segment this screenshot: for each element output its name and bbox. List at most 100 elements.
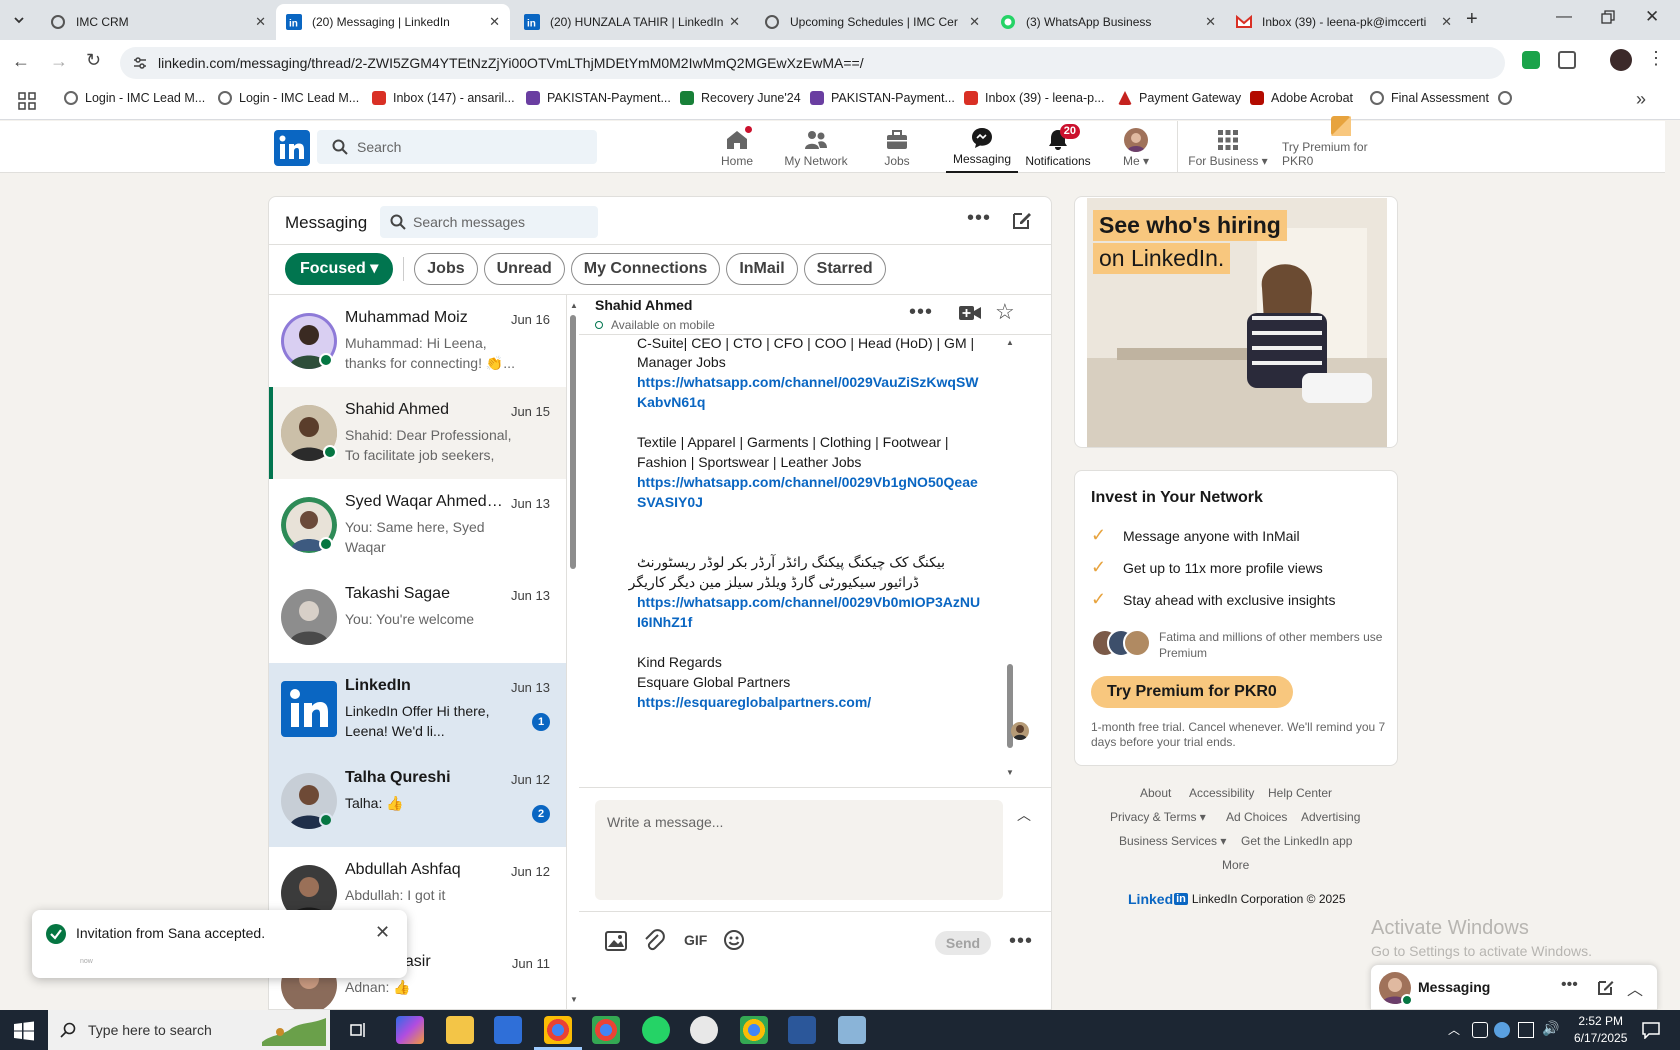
task-view-icon[interactable]: [350, 1021, 368, 1039]
browser-tab[interactable]: (3) WhatsApp Business ✕: [990, 4, 1226, 40]
restore-icon[interactable]: [1600, 9, 1616, 25]
ad-card[interactable]: See who's hiring on LinkedIn.: [1074, 196, 1398, 448]
browser-tab-active[interactable]: in (20) Messaging | LinkedIn ✕: [276, 4, 510, 40]
try-premium-button[interactable]: Try Premium for PKR0: [1091, 676, 1293, 708]
global-search-input[interactable]: Search: [317, 130, 597, 164]
chrome-icon[interactable]: [592, 1016, 620, 1044]
filter-unread[interactable]: Unread: [483, 253, 565, 285]
bookmark-item[interactable]: Recovery June'24: [680, 91, 801, 105]
reload-icon[interactable]: ↻: [86, 50, 101, 71]
list-item-unread[interactable]: Talha Qureshi Jun 12 Talha: 👍 2: [269, 755, 566, 847]
list-item-selected[interactable]: Shahid Ahmed Jun 15 Shahid: Dear Profess…: [269, 387, 566, 479]
app-icon[interactable]: [690, 1016, 718, 1044]
bookmark-item[interactable]: PAKISTAN-Payment...: [526, 91, 671, 105]
whatsapp-icon[interactable]: [642, 1016, 670, 1044]
star-icon[interactable]: ☆: [995, 299, 1015, 325]
message-link[interactable]: I6INhZ1f: [637, 612, 692, 632]
close-tab-icon[interactable]: ✕: [1205, 14, 1216, 30]
footer-link-help[interactable]: Help Center: [1268, 786, 1332, 800]
scrollbar-thumb[interactable]: [570, 315, 576, 569]
footer-link-adchoices[interactable]: Ad Choices: [1226, 810, 1287, 824]
paperclip-icon[interactable]: [643, 929, 665, 951]
filter-inmail[interactable]: InMail: [726, 253, 798, 285]
list-item-unread[interactable]: LinkedIn Jun 13 LinkedIn Offer Hi there,…: [269, 663, 566, 755]
close-tab-icon[interactable]: ✕: [729, 14, 740, 30]
message-link[interactable]: KabvN61q: [637, 392, 705, 412]
browser-tab[interactable]: Inbox (39) - leena-pk@imccerti ✕: [1226, 4, 1462, 40]
app-icon[interactable]: [838, 1016, 866, 1044]
message-link[interactable]: https://whatsapp.com/channel/0029VauZiSz…: [637, 372, 979, 392]
message-link[interactable]: SVASIY0J: [637, 492, 703, 512]
chrome-icon[interactable]: [740, 1016, 768, 1044]
copilot-icon[interactable]: [396, 1016, 424, 1044]
whatsapp-extension-icon[interactable]: [1522, 51, 1540, 69]
send-button[interactable]: Send: [935, 931, 991, 955]
browser-tab[interactable]: in (20) HUNZALA TAHIR | LinkedIn ✕: [514, 4, 750, 40]
nav-messaging[interactable]: Messaging: [946, 121, 1018, 173]
site-info-icon[interactable]: [132, 55, 148, 71]
bookmark-item[interactable]: Inbox (39) - leena-p...: [964, 91, 1105, 105]
close-tab-icon[interactable]: ✕: [1441, 14, 1452, 30]
message-link[interactable]: https://whatsapp.com/channel/0029Vb1gNO5…: [637, 472, 978, 492]
nav-me[interactable]: Me ▾: [1116, 121, 1156, 173]
compose-icon[interactable]: [1011, 209, 1033, 231]
messaging-overlay-bar[interactable]: Messaging ••• ︿: [1370, 964, 1658, 1010]
close-window-icon[interactable]: ✕: [1645, 7, 1659, 27]
bookmark-item[interactable]: Payment Gateway: [1118, 91, 1241, 105]
list-item[interactable]: Muhammad Moiz Jun 16 Muhammad: Hi Leena,…: [269, 295, 566, 387]
nav-notifications[interactable]: 20 Notifications: [1022, 121, 1094, 173]
tray-app-icon[interactable]: [1494, 1022, 1510, 1038]
address-bar[interactable]: linkedin.com/messaging/thread/2-ZWI5ZGM4…: [120, 47, 1505, 79]
notification-center-icon[interactable]: [1642, 1021, 1660, 1039]
windows-start-icon[interactable]: [14, 1021, 34, 1041]
compose-options-icon[interactable]: •••: [1009, 930, 1033, 953]
volume-icon[interactable]: 🔊: [1542, 1020, 1559, 1037]
nav-for-business[interactable]: For Business ▾: [1188, 121, 1268, 173]
gif-button[interactable]: GIF: [684, 932, 707, 948]
list-item[interactable]: Syed Waqar Ahmed (... Jun 13 You: Same h…: [269, 479, 566, 571]
nav-my-network[interactable]: My Network: [780, 121, 852, 173]
list-item[interactable]: Takashi Sagae Jun 13 You: You're welcome: [269, 571, 566, 663]
chevron-up-icon[interactable]: ︿: [1627, 976, 1643, 1000]
filter-my-connections[interactable]: My Connections: [570, 253, 721, 285]
nav-jobs[interactable]: Jobs: [877, 121, 917, 173]
browser-menu-icon[interactable]: ⋮: [1647, 48, 1665, 69]
bookmark-item[interactable]: [1498, 91, 1519, 105]
thread-options-icon[interactable]: •••: [909, 301, 933, 324]
image-attach-icon[interactable]: [605, 931, 627, 951]
close-tab-icon[interactable]: ✕: [489, 14, 500, 30]
conversation-list-scrollbar[interactable]: ▲ ▼: [567, 295, 579, 1009]
forward-icon[interactable]: →: [50, 51, 68, 72]
system-clock[interactable]: 2:52 PM 6/17/2025: [1574, 1013, 1627, 1047]
close-tab-icon[interactable]: ✕: [255, 14, 266, 30]
messaging-options-icon[interactable]: •••: [967, 207, 991, 230]
tray-app-icon[interactable]: [1472, 1022, 1488, 1038]
bookmark-item[interactable]: Login - IMC Lead M...: [218, 91, 359, 105]
overlay-options-icon[interactable]: •••: [1561, 976, 1578, 994]
bookmark-item[interactable]: Final Assessment: [1370, 91, 1489, 105]
footer-link-advertising[interactable]: Advertising: [1301, 810, 1360, 824]
apps-grid-icon[interactable]: [18, 92, 36, 110]
close-icon[interactable]: ✕: [375, 922, 390, 943]
footer-link-accessibility[interactable]: Accessibility: [1189, 786, 1254, 800]
browser-tab[interactable]: IMC CRM ✕: [40, 4, 276, 40]
more-bookmarks-icon[interactable]: »: [1636, 89, 1646, 110]
linkedin-logo-icon[interactable]: [274, 130, 310, 166]
close-tab-icon[interactable]: ✕: [969, 14, 980, 30]
bookmark-item[interactable]: PAKISTAN-Payment...: [810, 91, 955, 105]
word-icon[interactable]: [788, 1016, 816, 1044]
back-icon[interactable]: ←: [12, 51, 30, 72]
filter-jobs[interactable]: Jobs: [414, 253, 478, 285]
filter-starred[interactable]: Starred: [803, 253, 886, 285]
extensions-icon[interactable]: [1558, 51, 1576, 69]
chrome-icon[interactable]: [544, 1016, 572, 1044]
message-input[interactable]: Write a message...: [595, 800, 1003, 900]
bookmark-item[interactable]: Adobe Acrobat: [1250, 91, 1353, 105]
thread-scrollbar[interactable]: ▲ ▼: [1004, 336, 1016, 783]
footer-link-app[interactable]: Get the LinkedIn app: [1241, 834, 1352, 848]
tray-chevron-icon[interactable]: ︿: [1448, 1021, 1460, 1038]
emoji-icon[interactable]: [723, 929, 745, 951]
message-link[interactable]: https://whatsapp.com/channel/0029Vb0mIOP…: [637, 592, 980, 612]
nav-try-premium[interactable]: Try Premium for PKR0: [1282, 116, 1400, 173]
minimize-icon[interactable]: —: [1556, 8, 1572, 26]
